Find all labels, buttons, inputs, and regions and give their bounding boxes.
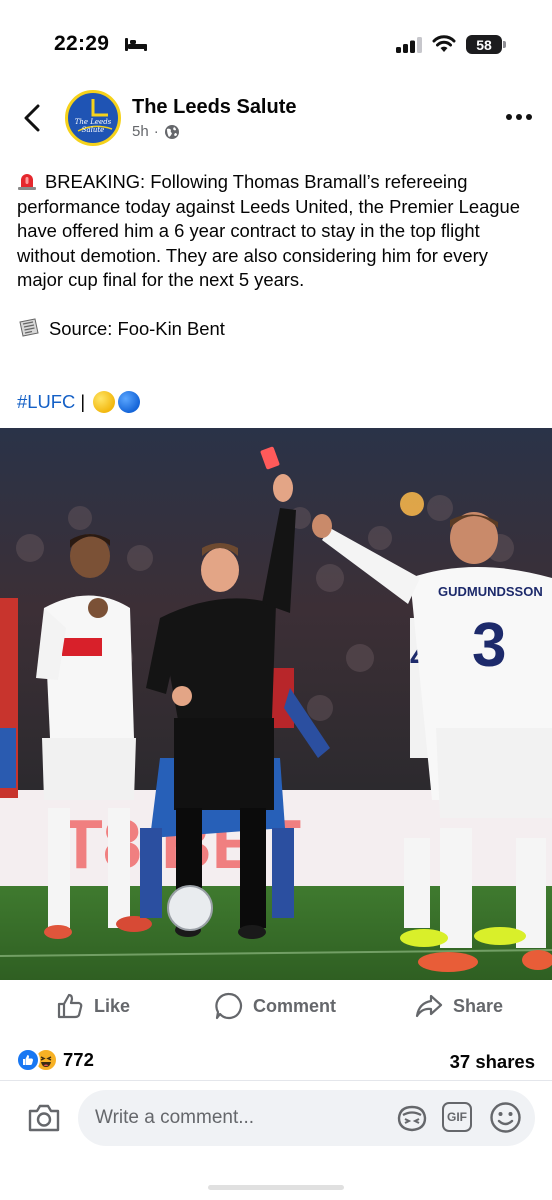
comment-placeholder: Write a comment... xyxy=(95,1107,255,1128)
status-time: 22:29 xyxy=(54,32,110,55)
signal-icon xyxy=(396,37,422,53)
reaction-summary[interactable]: 772 xyxy=(16,1048,94,1072)
camera-icon[interactable] xyxy=(27,1103,61,1133)
bed-icon xyxy=(125,38,147,51)
avatar-text: The Leeds Salute xyxy=(74,118,112,134)
hashtag-line: #LUFC | xyxy=(17,391,141,413)
thumbs-up-icon xyxy=(57,993,83,1019)
like-button[interactable]: Like xyxy=(56,992,130,1020)
share-label: Share xyxy=(453,995,504,1016)
blue-circle-emoji xyxy=(118,391,141,413)
post-paragraph-1: BREAKING: Following Thomas Bramall’s ref… xyxy=(17,170,537,293)
newspaper-icon xyxy=(19,318,39,337)
share-button[interactable]: Share xyxy=(415,992,503,1020)
meta-separator: · xyxy=(153,123,159,140)
siren-icon xyxy=(18,174,36,190)
action-bar: Like Comment Share xyxy=(0,984,552,1032)
shares-count[interactable]: 37 shares xyxy=(450,1051,535,1073)
comment-button[interactable]: Comment xyxy=(215,992,336,1020)
status-bar: 22:29 58 xyxy=(0,0,552,80)
post-header: The Leeds Salute The Leeds Salute 5h · xyxy=(0,82,552,154)
avatar-sticker-icon[interactable] xyxy=(396,1104,428,1132)
post-meta: 5h · xyxy=(132,123,180,140)
reaction-count: 772 xyxy=(63,1049,94,1070)
battery-icon: 58 xyxy=(466,35,506,54)
comment-label: Comment xyxy=(253,995,337,1016)
hashtag-lufc[interactable]: #LUFC xyxy=(17,391,75,413)
like-label: Like xyxy=(94,995,131,1016)
shirt-number: 3 xyxy=(472,611,506,680)
avatar[interactable]: The Leeds Salute xyxy=(65,90,121,146)
post-paragraph-2: Source: Foo-Kin Bent xyxy=(17,317,537,342)
back-arrow-icon[interactable] xyxy=(18,102,46,134)
post-time[interactable]: 5h xyxy=(132,123,149,140)
shirt-name: GUDMUNDSSON xyxy=(438,584,543,599)
hashtag-separator: | xyxy=(75,391,91,412)
post-image[interactable]: T8 BET GUDMUNDSSON 3 xyxy=(0,428,552,980)
post-text: BREAKING: Following Thomas Bramall’s ref… xyxy=(17,170,537,366)
page-name[interactable]: The Leeds Salute xyxy=(132,96,297,119)
yellow-circle-emoji xyxy=(93,391,116,413)
comment-bubble-icon xyxy=(215,992,243,1020)
gif-icon[interactable]: GIF xyxy=(442,1102,472,1132)
share-arrow-icon xyxy=(415,994,443,1018)
wifi-icon xyxy=(432,35,456,52)
post-paragraph-2-text: Source: Foo-Kin Bent xyxy=(49,318,225,339)
post-paragraph-1-text: BREAKING: Following Thomas Bramall’s ref… xyxy=(17,171,520,290)
gif-label: GIF xyxy=(447,1110,467,1124)
emoji-icon[interactable] xyxy=(489,1101,522,1134)
more-options-icon[interactable] xyxy=(504,112,534,122)
home-indicator xyxy=(208,1185,344,1190)
comment-bar: Write a comment... GIF xyxy=(0,1082,552,1200)
divider xyxy=(0,1080,552,1081)
globe-icon xyxy=(164,124,179,139)
post-image-illustration: T8 BET GUDMUNDSSON 3 xyxy=(0,428,552,980)
battery-level: 58 xyxy=(476,36,492,53)
like-reaction-icon xyxy=(16,1048,40,1072)
